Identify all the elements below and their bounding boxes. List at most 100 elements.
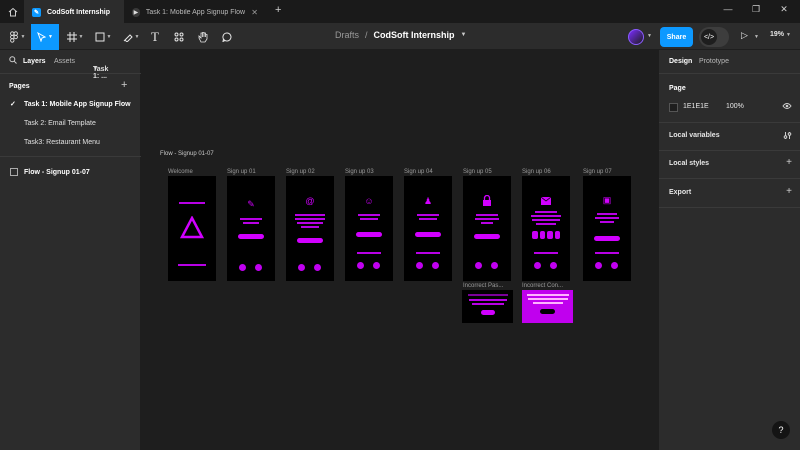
frame-label-signup-06[interactable]: Sign up 06 bbox=[522, 169, 551, 175]
text-line bbox=[534, 252, 558, 254]
move-tool-button[interactable]: ▼ bbox=[31, 24, 59, 50]
close-window-button[interactable]: ✕ bbox=[776, 4, 792, 15]
frame-label-signup-07[interactable]: Sign up 07 bbox=[583, 169, 612, 175]
text-line bbox=[301, 226, 319, 228]
hand-tool-button[interactable] bbox=[190, 24, 216, 50]
page-item-task-1[interactable]: ✓ Task 1: Mobile App Signup Flow bbox=[0, 95, 141, 113]
dev-mode-toggle[interactable]: </> bbox=[699, 27, 729, 47]
resources-grid-icon bbox=[174, 32, 184, 42]
help-button[interactable]: ? bbox=[772, 421, 790, 439]
add-user-icon: ♟ bbox=[423, 196, 433, 206]
comment-tool-button[interactable] bbox=[214, 24, 240, 50]
social-dot bbox=[298, 264, 305, 271]
frame-signup-05[interactable] bbox=[463, 176, 511, 281]
resources-button[interactable] bbox=[166, 24, 192, 50]
frame-incorrect-password[interactable] bbox=[462, 290, 513, 323]
text-line bbox=[419, 218, 437, 220]
canvas[interactable]: Flow - Signup 01-07 Welcome Sign up 01 S… bbox=[142, 50, 658, 450]
pen-icon bbox=[123, 34, 133, 42]
text-tool-button[interactable]: T bbox=[142, 24, 168, 50]
frame-signup-02[interactable]: @ bbox=[286, 176, 334, 281]
text-line bbox=[527, 298, 568, 300]
frame-label-signup-02[interactable]: Sign up 02 bbox=[286, 169, 315, 175]
section-label[interactable]: Flow - Signup 01-07 bbox=[160, 151, 214, 157]
layer-item-flow-signup[interactable]: Flow - Signup 01-07 bbox=[0, 163, 141, 181]
present-play-icon[interactable]: ▷ bbox=[741, 30, 748, 41]
frame-label-signup-04[interactable]: Sign up 04 bbox=[404, 169, 433, 175]
avatar[interactable] bbox=[628, 29, 644, 45]
social-dot bbox=[373, 262, 380, 269]
tab-codsoft-internship[interactable]: ✎ CodSoft Internship bbox=[24, 0, 124, 24]
tab-task-1[interactable]: ▶ Task 1: Mobile App Signup Flow - Co ✕ bbox=[124, 0, 266, 24]
tab-layers[interactable]: Layers bbox=[23, 58, 46, 65]
shape-tool-button[interactable]: ▼ bbox=[90, 24, 116, 50]
text-line bbox=[240, 218, 262, 220]
mail-icon bbox=[540, 196, 552, 205]
text-line bbox=[243, 222, 259, 224]
minimize-button[interactable]: — bbox=[720, 4, 736, 14]
new-tab-button[interactable]: + bbox=[275, 4, 281, 16]
text-line bbox=[295, 214, 325, 216]
close-tab-icon[interactable]: ✕ bbox=[251, 8, 258, 17]
text-line bbox=[360, 218, 378, 220]
continue-bar bbox=[297, 238, 323, 243]
page-color-value[interactable]: 1E1E1E bbox=[683, 103, 709, 110]
frame-signup-03[interactable]: ☺ bbox=[345, 176, 393, 281]
pen-tool-button[interactable]: ▼ bbox=[118, 24, 144, 50]
breadcrumb-drafts[interactable]: Drafts bbox=[335, 30, 359, 40]
frame-signup-01[interactable]: ✎ bbox=[227, 176, 275, 281]
main-menu-button[interactable]: ▼ bbox=[4, 24, 30, 50]
otp-box bbox=[554, 231, 560, 239]
add-page-icon[interactable]: + bbox=[121, 79, 127, 91]
frame-label-welcome[interactable]: Welcome bbox=[168, 169, 193, 175]
frame-label-signup-05[interactable]: Sign up 05 bbox=[463, 169, 492, 175]
chevron-down-icon[interactable]: ▼ bbox=[754, 34, 759, 40]
page-item-task-2[interactable]: Task 2: Email Template bbox=[0, 114, 141, 132]
page-opacity-value[interactable]: 100% bbox=[726, 103, 744, 110]
frame-label-incorrect-password[interactable]: Incorrect Pas... bbox=[463, 283, 503, 289]
text-line bbox=[532, 219, 560, 221]
frame-incorrect-confirm[interactable] bbox=[522, 290, 573, 323]
frame-signup-04[interactable]: ♟ bbox=[404, 176, 452, 281]
zoom-level[interactable]: 19% ▼ bbox=[770, 31, 791, 38]
eye-icon[interactable] bbox=[782, 102, 792, 112]
frame-signup-07[interactable]: ▣ bbox=[583, 176, 631, 281]
pages-title: Pages bbox=[9, 83, 30, 90]
pen-icon: ✎ bbox=[247, 199, 255, 209]
chevron-down-icon[interactable]: ▼ bbox=[461, 32, 467, 38]
frame-welcome[interactable] bbox=[168, 176, 216, 281]
divider bbox=[659, 207, 800, 208]
file-name[interactable]: CodSoft Internship bbox=[374, 30, 455, 40]
text-t-icon: T bbox=[151, 29, 159, 44]
social-dot bbox=[416, 262, 423, 269]
tab-prototype[interactable]: Prototype bbox=[699, 58, 729, 65]
page-item-task-3[interactable]: Task3: Restaurant Menu bbox=[0, 133, 141, 151]
variables-adjust-icon[interactable] bbox=[783, 131, 792, 142]
add-style-icon[interactable]: + bbox=[786, 157, 792, 168]
frame-hash-icon bbox=[66, 32, 77, 42]
divider bbox=[659, 150, 800, 151]
prototype-play-icon: ▶ bbox=[132, 7, 140, 17]
otp-box bbox=[539, 231, 545, 239]
tab-design[interactable]: Design bbox=[669, 58, 692, 65]
text-line bbox=[471, 303, 504, 305]
frame-signup-06[interactable] bbox=[522, 176, 570, 281]
share-button[interactable]: Share bbox=[660, 27, 693, 47]
breadcrumb-separator: / bbox=[365, 30, 368, 40]
continue-bar bbox=[415, 232, 441, 237]
page-color-swatch[interactable] bbox=[669, 103, 678, 112]
frame-label-incorrect-confirm[interactable]: Incorrect Con... bbox=[522, 283, 563, 289]
frame-tool-button[interactable]: ▼ bbox=[62, 24, 88, 50]
frame-label-signup-01[interactable]: Sign up 01 bbox=[227, 169, 256, 175]
frame-label-signup-03[interactable]: Sign up 03 bbox=[345, 169, 374, 175]
add-export-icon[interactable]: + bbox=[786, 186, 792, 197]
text-line bbox=[358, 214, 380, 216]
chevron-down-icon[interactable]: ▼ bbox=[647, 33, 652, 39]
layer-item-label: Flow - Signup 01-07 bbox=[24, 168, 90, 176]
tab-assets[interactable]: Assets bbox=[54, 58, 75, 65]
text-line bbox=[357, 252, 381, 254]
search-icon[interactable] bbox=[9, 56, 17, 66]
maximize-button[interactable]: ❐ bbox=[748, 4, 764, 15]
social-dot bbox=[550, 262, 557, 269]
home-icon[interactable] bbox=[6, 5, 20, 19]
